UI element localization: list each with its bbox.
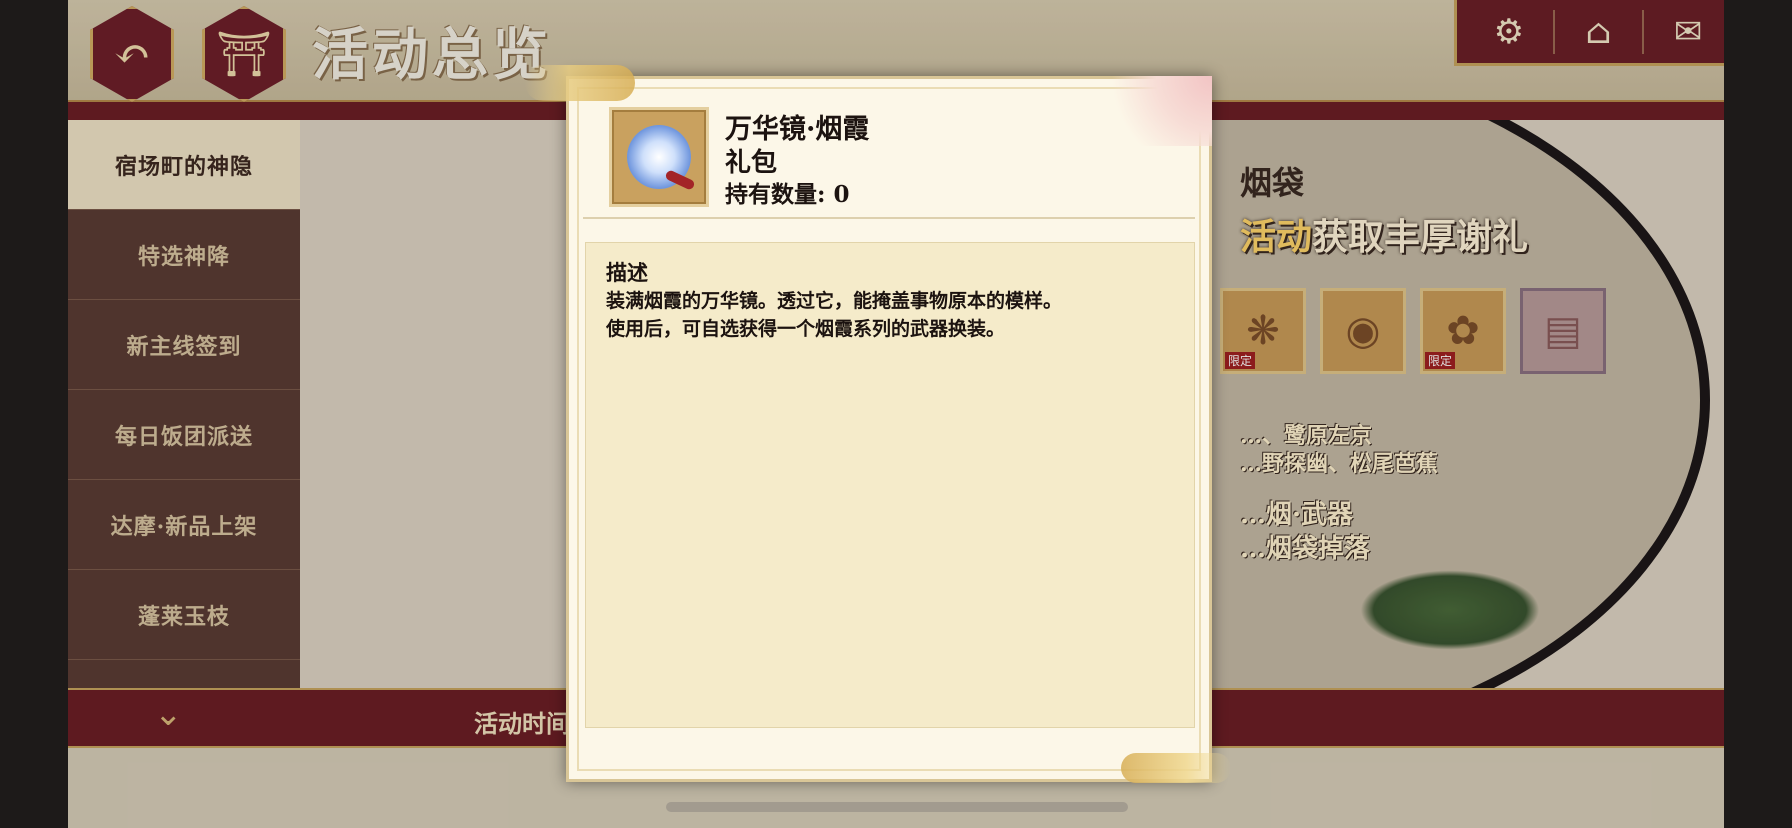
- right-letterbox: [1724, 0, 1792, 828]
- description-title: 描述: [606, 260, 648, 285]
- sakura-corner-decoration: [1092, 76, 1212, 146]
- description-panel: 描述 装满烟霞的万华镜。透过它，能掩盖事物原本的模样。 使用后，可自选获得一个烟…: [585, 242, 1195, 728]
- item-detail-dialog: 万华镜·烟霞 礼包 持有数量: 0 描述 装满烟霞的万华镜。透过它，能掩盖事物原…: [525, 65, 1231, 783]
- item-type: 礼包: [725, 148, 778, 178]
- item-icon: [609, 107, 709, 207]
- description-text: 装满烟霞的万华镜。透过它，能掩盖事物原本的模样。 使用后，可自选获得一个烟霞系列…: [606, 290, 1063, 340]
- divider: [583, 217, 1195, 219]
- gold-cloud-decoration: [525, 65, 635, 101]
- gold-cloud-decoration: [1121, 753, 1231, 783]
- left-letterbox: [0, 0, 68, 828]
- kaleidoscope-mirror-icon: [627, 125, 691, 189]
- item-name: 万华镜·烟霞: [725, 114, 870, 145]
- item-owned-count: 持有数量: 0: [725, 181, 850, 208]
